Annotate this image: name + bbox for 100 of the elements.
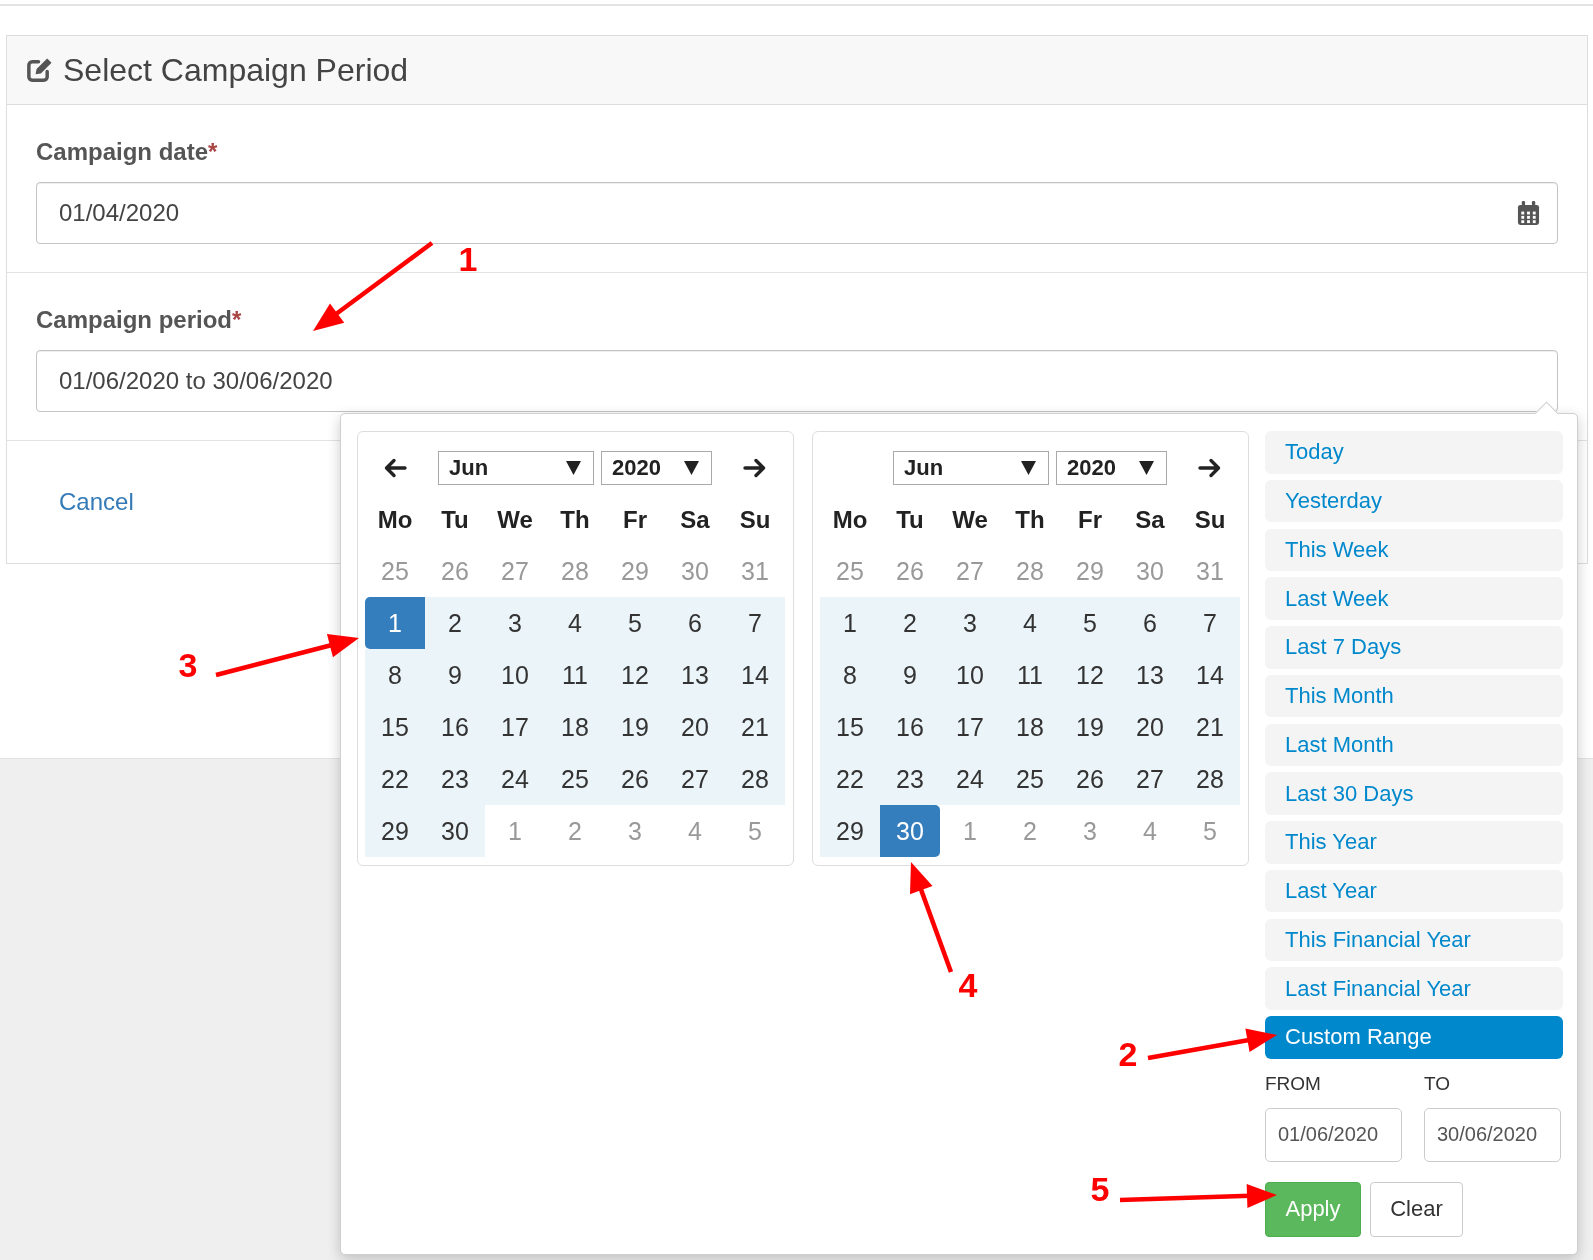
calendar-day[interactable]: 10: [485, 649, 545, 701]
range-option[interactable]: Last Year: [1265, 869, 1563, 913]
calendar-day[interactable]: 2: [425, 597, 485, 649]
calendar-day[interactable]: 12: [605, 649, 665, 701]
calendar-day[interactable]: 13: [1120, 649, 1180, 701]
calendar-day[interactable]: 9: [425, 649, 485, 701]
calendar-day[interactable]: 24: [485, 753, 545, 805]
weekday-label: Tu: [895, 505, 925, 534]
calendar-day[interactable]: 1: [820, 597, 880, 649]
calendar-day[interactable]: 6: [665, 597, 725, 649]
range-option[interactable]: Last Week: [1265, 577, 1563, 620]
calendar-day[interactable]: 5: [605, 597, 665, 649]
calendar-day[interactable]: 25: [1000, 753, 1060, 805]
right-arrow-icon[interactable]: [1198, 458, 1222, 478]
calendar-day[interactable]: 15: [365, 701, 425, 753]
range-option[interactable]: Yesterday: [1265, 479, 1563, 523]
year-select[interactable]: 2020: [1056, 451, 1167, 485]
calendar-day[interactable]: 18: [1000, 701, 1060, 753]
calendar-day[interactable]: 27: [665, 753, 725, 805]
calendar-day[interactable]: 8: [820, 649, 880, 701]
calendar-day[interactable]: 29: [365, 805, 425, 857]
calendar-day[interactable]: 6: [1120, 597, 1180, 649]
calendar-day[interactable]: 3: [940, 597, 1000, 649]
month-select[interactable]: Jun: [438, 451, 594, 485]
weekday-label: We: [496, 505, 534, 534]
calendar-day[interactable]: 30: [425, 805, 485, 857]
range-option[interactable]: Last 30 Days: [1265, 772, 1563, 815]
calendar-day[interactable]: 3: [485, 597, 545, 649]
calendar-day[interactable]: 20: [665, 701, 725, 753]
calendar-day[interactable]: 11: [545, 649, 605, 701]
range-option[interactable]: Today: [1265, 431, 1563, 474]
month-select[interactable]: Jun: [893, 451, 1049, 485]
calendar-day[interactable]: 28: [725, 753, 785, 805]
calendar-day[interactable]: 21: [1180, 701, 1240, 753]
calendar-day[interactable]: 14: [1180, 649, 1240, 701]
calendar-day[interactable]: 5: [1060, 597, 1120, 649]
caret-down-icon: [1139, 461, 1154, 475]
calendar-day[interactable]: 16: [880, 701, 940, 753]
annotation-number: 1: [458, 245, 478, 273]
date-input[interactable]: 01/06/2020: [1265, 1107, 1402, 1162]
calendar-day[interactable]: 18: [545, 701, 605, 753]
date-input[interactable]: 01/06/2020 to 30/06/2020: [36, 350, 1558, 412]
range-option[interactable]: This Financial Year: [1265, 918, 1563, 961]
calendar-day[interactable]: 19: [605, 701, 665, 753]
right-arrow-icon[interactable]: [743, 458, 767, 478]
left-arrow-icon[interactable]: [383, 458, 407, 478]
calendar-day[interactable]: 4: [1000, 597, 1060, 649]
range-option[interactable]: This Week: [1265, 528, 1563, 571]
calendar-day[interactable]: 17: [485, 701, 545, 753]
calendar-day[interactable]: 1: [365, 597, 425, 649]
weekday-label: We: [951, 505, 989, 534]
calendar-day[interactable]: 19: [1060, 701, 1120, 753]
calendar-day[interactable]: 26: [1060, 753, 1120, 805]
calendar-day[interactable]: 2: [880, 597, 940, 649]
calendar-day[interactable]: 24: [940, 753, 1000, 805]
year-select[interactable]: 2020: [601, 451, 712, 485]
calendar-day[interactable]: 23: [425, 753, 485, 805]
calendar-day[interactable]: 17: [940, 701, 1000, 753]
calendar-day[interactable]: 25: [545, 753, 605, 805]
range-option[interactable]: Last Month: [1265, 723, 1563, 766]
annotation-number: 5: [1090, 1175, 1110, 1203]
calendar-day[interactable]: 30: [880, 805, 940, 857]
weekday-label: Mo: [376, 505, 414, 534]
calendar-day[interactable]: 4: [545, 597, 605, 649]
calendar-day[interactable]: 22: [365, 753, 425, 805]
date-input[interactable]: 01/04/2020: [36, 182, 1558, 244]
panel-title: Select Campaign Period: [63, 51, 409, 90]
calendar-day[interactable]: 27: [1120, 753, 1180, 805]
field-label: Campaign period*: [36, 306, 242, 334]
calendar-day[interactable]: 8: [365, 649, 425, 701]
range-option[interactable]: Last 7 Days: [1265, 626, 1563, 669]
calendar-day[interactable]: 9: [880, 649, 940, 701]
calendar-day[interactable]: 20: [1120, 701, 1180, 753]
calendar-day[interactable]: 7: [1180, 597, 1240, 649]
weekday-label: Th: [1014, 505, 1046, 534]
date-input[interactable]: 30/06/2020: [1424, 1107, 1561, 1162]
weekday-label: Sa: [679, 505, 711, 534]
range-option[interactable]: Last Financial Year: [1265, 967, 1563, 1010]
weekday-label: Su: [1193, 505, 1227, 534]
range-option[interactable]: Custom Range: [1265, 1016, 1563, 1059]
cancel-link[interactable]: Cancel: [59, 487, 134, 517]
caret-down-icon: [684, 461, 699, 475]
calendar-day[interactable]: 28: [1180, 753, 1240, 805]
calendar-day[interactable]: 22: [820, 753, 880, 805]
calendar-day[interactable]: 23: [880, 753, 940, 805]
calendar-day[interactable]: 16: [425, 701, 485, 753]
range-option[interactable]: This Year: [1265, 821, 1563, 864]
calendar-day[interactable]: 15: [820, 701, 880, 753]
calendar-day[interactable]: 21: [725, 701, 785, 753]
calendar-day[interactable]: 11: [1000, 649, 1060, 701]
calendar-day[interactable]: 29: [820, 805, 880, 857]
field-label: Campaign date*: [36, 138, 218, 166]
calendar-day[interactable]: 10: [940, 649, 1000, 701]
calendar-day[interactable]: 14: [725, 649, 785, 701]
range-option[interactable]: This Month: [1265, 674, 1563, 718]
calendar-day[interactable]: 13: [665, 649, 725, 701]
calendar-day[interactable]: 26: [605, 753, 665, 805]
calendar-day[interactable]: 7: [725, 597, 785, 649]
calendar-day[interactable]: 12: [1060, 649, 1120, 701]
clear-button[interactable]: Clear: [1370, 1181, 1463, 1237]
